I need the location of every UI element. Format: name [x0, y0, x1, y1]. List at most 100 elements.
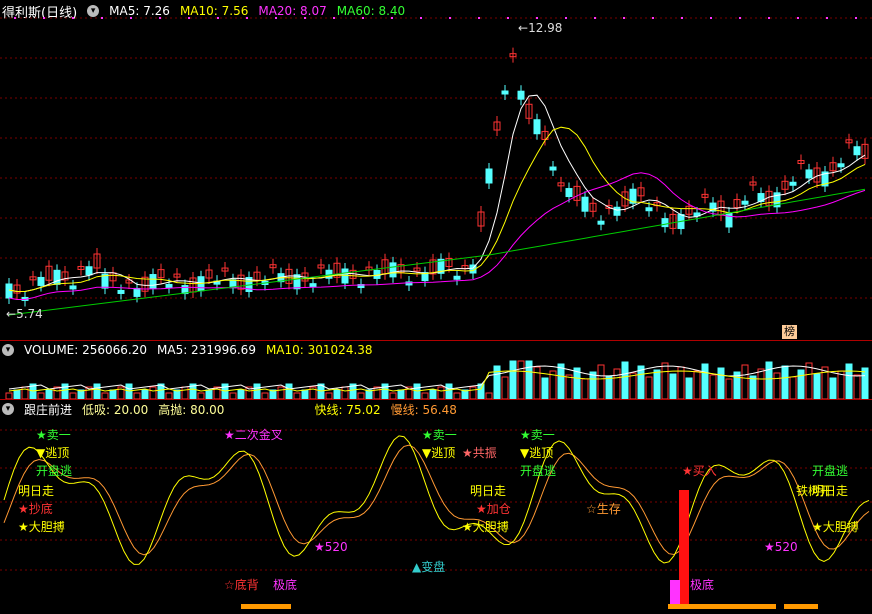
volume-bar [437, 386, 445, 399]
volume-bar [141, 389, 149, 399]
volume-bar [677, 366, 685, 399]
candle-body [517, 90, 525, 100]
candle-body [725, 212, 733, 228]
volume-bar [661, 362, 669, 399]
signal-dot [101, 17, 103, 19]
signal-label: 开盘逃 [36, 464, 73, 478]
volume-bar [149, 386, 157, 399]
volume-bar [717, 367, 725, 399]
signal-bar [784, 604, 818, 609]
candle-body [597, 220, 605, 225]
volume-bar [749, 375, 757, 399]
volume-bar [861, 367, 869, 399]
signal-label: 极底 [273, 578, 298, 592]
signal-dot [217, 17, 219, 19]
signal-label: ★大胆搏 [812, 520, 859, 534]
signal-dot [188, 17, 190, 19]
signal-label: ★卖一 [422, 428, 457, 442]
volume-bar [557, 363, 565, 399]
volume-bar [517, 360, 525, 399]
candle-body [549, 166, 557, 171]
volume-bar [493, 365, 501, 399]
slow-line [3, 444, 870, 556]
volume-bar [397, 389, 405, 399]
signal-dot [797, 17, 799, 19]
volume-bar [533, 366, 541, 399]
volume-bar [781, 365, 789, 399]
volume-bar [573, 367, 581, 399]
volume-bar [509, 360, 517, 399]
signal-dot [130, 17, 132, 19]
signal-dot [536, 17, 538, 19]
candle-body [805, 169, 813, 179]
signal-label: ★520 [314, 540, 348, 554]
volume-bar [597, 364, 605, 399]
volume-bar [613, 368, 621, 399]
signal-label: ☆生存 [586, 502, 621, 516]
signal-dot [507, 17, 509, 19]
volume-bar [301, 389, 309, 399]
volume-bar [773, 372, 781, 399]
volume-bar [813, 373, 821, 399]
signal-label: 明日走 [812, 484, 849, 498]
signal-dot [449, 17, 451, 19]
signal-label: ▼逃顶 [36, 446, 70, 460]
signal-label: ★加仓 [476, 502, 511, 516]
volume-bar [653, 369, 661, 399]
volume-bar [253, 383, 261, 399]
candle-body [37, 276, 45, 286]
signal-dot [739, 17, 741, 19]
signal-label: ★共振 [462, 446, 497, 460]
signal-label: ▲变盘 [412, 560, 446, 574]
volume-pane[interactable]: ▾ VOLUME: 256066.20 MA5: 231996.69 MA10:… [0, 341, 872, 399]
candle-body [533, 119, 541, 135]
signal-dot [478, 17, 480, 19]
volume-bar [285, 383, 293, 399]
candle-body [853, 146, 861, 156]
candle-body [85, 266, 93, 276]
signal-dot [855, 17, 857, 19]
candle-body [789, 181, 797, 186]
indicator-pane[interactable]: ▾ 跟庄前进 低吸: 20.00 高抛: 80.00 快线: 75.02 慢线:… [0, 400, 872, 614]
signal-dot [275, 17, 277, 19]
volume-bar [797, 369, 805, 399]
high-arrow-icon: ← [518, 21, 529, 35]
signal-dot [652, 17, 654, 19]
signal-dot [594, 17, 596, 19]
signal-dot [565, 17, 567, 19]
signal-dot [14, 17, 16, 19]
volume-bar [701, 363, 709, 399]
volume-bar [501, 376, 509, 399]
signal-dot [768, 17, 770, 19]
signal-dot [623, 17, 625, 19]
volume-bar [725, 378, 733, 399]
signal-dot [159, 17, 161, 19]
signal-label: 开盘逃 [520, 464, 557, 478]
candle-body [165, 283, 173, 288]
kline-chart[interactable] [0, 0, 872, 340]
volume-bar [45, 389, 53, 399]
volume-bar [621, 361, 629, 399]
kline-pane[interactable]: 得利斯(日线) ▾ MA5: 7.26 MA10: 7.56 MA20: 8.0… [0, 0, 872, 340]
volume-bar [693, 370, 701, 399]
signal-dot [43, 17, 45, 19]
signal-dot [391, 17, 393, 19]
volume-bar [605, 375, 613, 399]
signal-dot [333, 17, 335, 19]
volume-bar [93, 383, 101, 399]
signal-label: ★大胆搏 [462, 520, 509, 534]
volume-bar [477, 383, 485, 399]
volume-bar [789, 376, 797, 399]
signal-label: ★大胆搏 [18, 520, 65, 534]
volume-bar [669, 373, 677, 399]
volume-bar [765, 361, 773, 399]
rank-badge[interactable]: 榜 [782, 325, 797, 339]
volume-chart[interactable] [0, 341, 872, 399]
signal-dot [304, 17, 306, 19]
signal-label: 极底 [690, 578, 715, 592]
signal-label: ▼逃顶 [520, 446, 554, 460]
volume-bar [741, 364, 749, 399]
signal-label: 开盘逃 [812, 464, 849, 478]
volume-bar [709, 374, 717, 399]
candle-body [565, 188, 573, 198]
